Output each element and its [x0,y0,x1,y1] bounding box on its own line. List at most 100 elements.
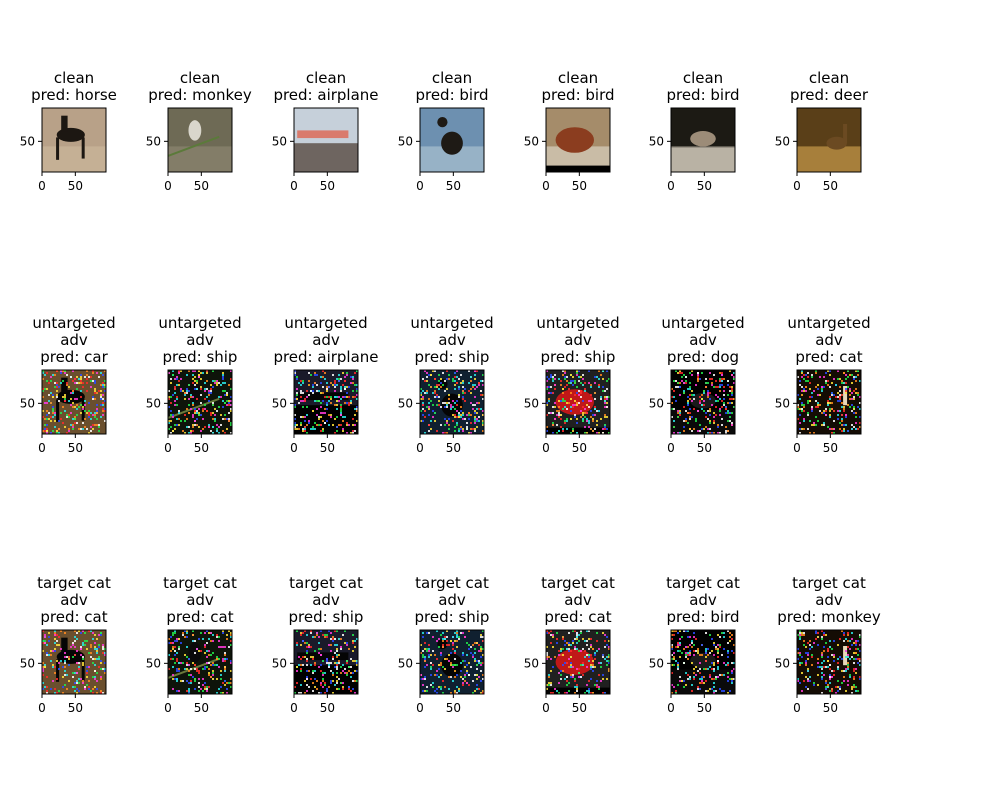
noise-pixel [821,654,823,656]
noise-pixel [823,376,825,378]
noise-pixel [300,380,302,382]
noise-pixel [48,640,50,642]
noise-pixel [454,658,456,660]
noise-pixel [54,382,56,384]
noise-pixel [80,378,82,380]
x-tick-label: 50 [697,701,712,715]
noise-pixel [456,404,458,406]
noise-pixel [462,382,464,384]
noise-pixel [679,386,681,388]
noise-pixel [683,382,685,384]
noise-pixel [590,410,592,412]
noise-pixel [466,654,468,656]
noise-pixel [334,644,336,646]
subject-shape [61,637,68,654]
noise-pixel [841,670,843,672]
noise-pixel [340,398,342,400]
noise-pixel [548,684,550,686]
noise-pixel [440,382,442,384]
noise-pixel [729,640,731,642]
noise-pixel [304,656,306,658]
noise-pixel [803,640,805,642]
noise-pixel [212,640,214,642]
noise-pixel [590,416,592,418]
noise-pixel [212,652,214,654]
noise-pixel [46,654,48,656]
noise-pixel [72,426,74,428]
noise-pixel [186,374,188,376]
noise-pixel [346,660,348,662]
noise-pixel [548,412,550,414]
noise-pixel [88,666,90,668]
noise-pixel [474,660,476,662]
noise-pixel [843,428,845,430]
noise-pixel [324,408,326,410]
noise-pixel [731,672,733,674]
noise-pixel [62,406,64,408]
noise-pixel [328,664,330,666]
noise-pixel [588,422,590,424]
noise-pixel [218,406,220,408]
noise-pixel [442,640,444,642]
noise-pixel [296,388,298,390]
noise-pixel [438,668,440,670]
noise-pixel [312,392,314,394]
noise-pixel [334,418,336,420]
noise-pixel [799,398,801,400]
noise-pixel [462,632,464,634]
panel-title-line: target cat [666,574,740,592]
noise-pixel [823,674,825,676]
noise-pixel [64,666,66,668]
noise-pixel [196,648,198,650]
noise-pixel [715,394,717,396]
noise-pixel [717,668,719,670]
noise-pixel [58,644,60,646]
noise-pixel [584,388,586,390]
noise-pixel [302,400,304,402]
noise-pixel [821,678,823,680]
noise-pixel [552,392,554,394]
noise-pixel [480,408,482,410]
noise-pixel [717,386,719,388]
noise-pixel [809,420,811,422]
noise-pixel [562,374,564,376]
noise-pixel [847,666,849,668]
noise-pixel [174,400,176,402]
noise-pixel [472,384,474,386]
noise-pixel [76,414,78,416]
noise-pixel [58,690,60,692]
noise-pixel [196,418,198,420]
noise-pixel [46,686,48,688]
noise-pixel [829,428,831,430]
noise-pixel [84,400,86,402]
noise-pixel [592,660,594,662]
noise-pixel [92,638,94,640]
noise-pixel [198,682,200,684]
noise-pixel [568,642,570,644]
noise-pixel [468,684,470,686]
noise-pixel [322,634,324,636]
noise-pixel [803,388,805,390]
noise-pixel [46,410,48,412]
noise-pixel [86,382,88,384]
noise-pixel [430,666,432,668]
noise-pixel [825,408,827,410]
noise-pixel [727,420,729,422]
noise-pixel [600,662,602,664]
noise-pixel [843,430,845,432]
subject-shape [61,115,68,132]
noise-pixel [192,414,194,416]
noise-pixel [715,400,717,402]
noise-pixel [332,658,334,660]
noise-pixel [566,662,568,664]
noise-pixel [318,416,320,418]
noise-pixel [190,396,192,398]
noise-pixel [64,656,66,658]
noise-pixel [673,408,675,410]
noise-pixel [799,380,801,382]
noise-pixel [707,654,709,656]
panel-image [420,108,484,172]
noise-pixel [172,632,174,634]
noise-pixel [673,380,675,382]
noise-pixel [721,418,723,420]
